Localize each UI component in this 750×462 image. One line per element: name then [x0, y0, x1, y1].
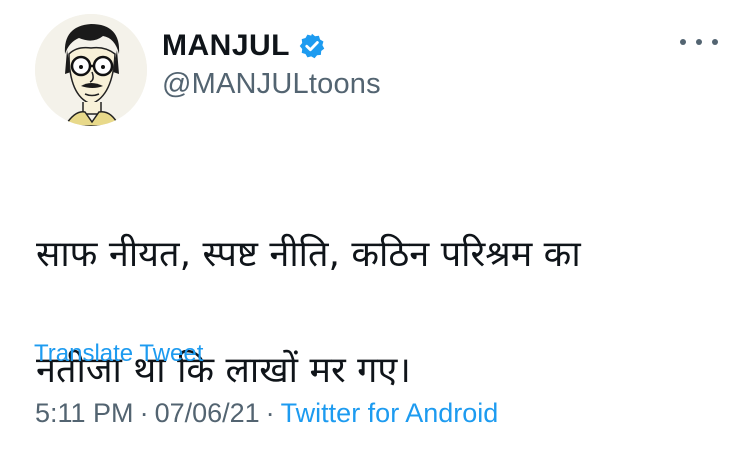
tweet: MANJUL @MANJULtoons साफ नीयत, स्पष्ट नीत…: [0, 0, 750, 462]
user-handle[interactable]: @MANJULtoons: [162, 68, 381, 101]
more-horizontal-icon: [680, 39, 686, 45]
tweet-date[interactable]: 07/06/21: [155, 398, 260, 429]
more-horizontal-icon-dot: [712, 39, 718, 45]
tweet-time[interactable]: 5:11 PM: [35, 398, 134, 429]
verified-badge-icon: [298, 32, 326, 60]
separator: ·: [139, 398, 149, 428]
display-name[interactable]: MANJUL: [162, 29, 290, 63]
tweet-text-line: साफ नीयत, स्पष्ट नीति, कठिन परिश्रम का: [36, 234, 581, 275]
caricature-avatar-image: [35, 14, 147, 126]
tweet-source-link[interactable]: Twitter for Android: [281, 398, 499, 429]
more-horizontal-icon-dot: [696, 39, 702, 45]
tweet-metadata: 5:11 PM · 07/06/21 · Twitter for Android: [35, 398, 498, 429]
separator: ·: [265, 398, 275, 428]
more-options-button[interactable]: [676, 30, 722, 54]
avatar[interactable]: [35, 14, 147, 126]
author-name-row: MANJUL: [162, 28, 326, 64]
translate-tweet-link[interactable]: Translate Tweet: [34, 340, 203, 368]
